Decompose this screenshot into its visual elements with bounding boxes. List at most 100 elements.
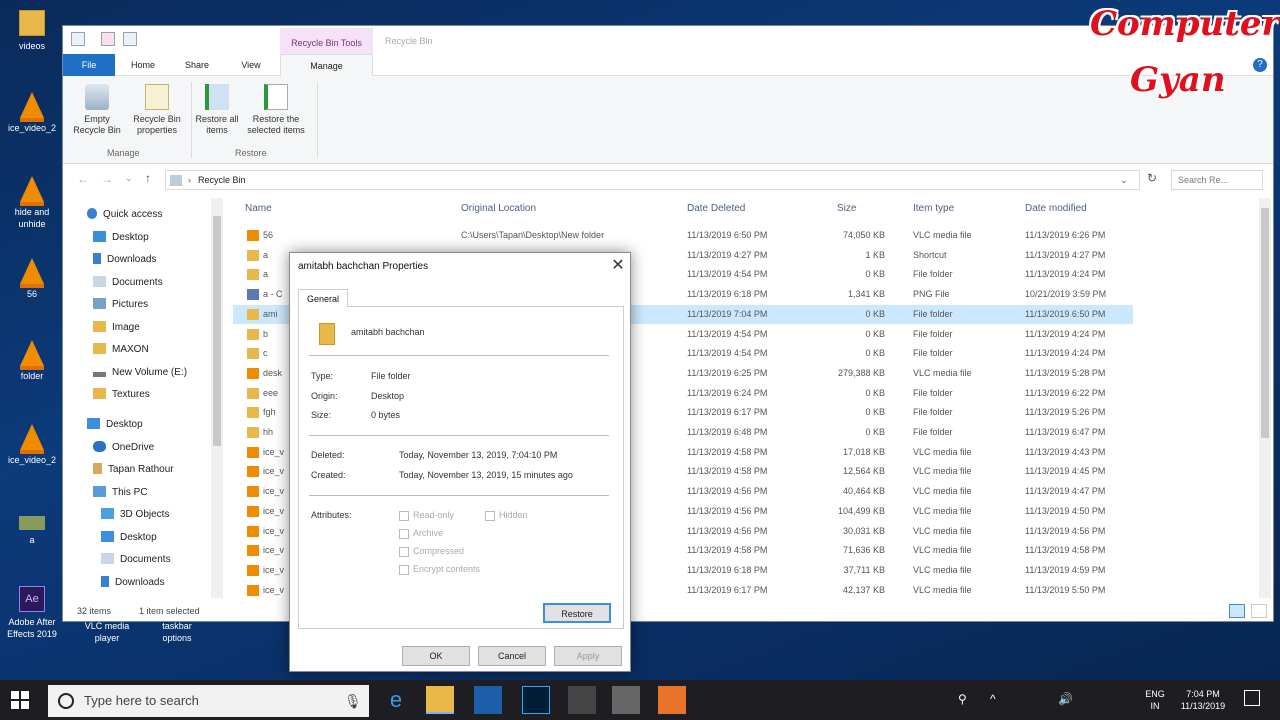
forward-arrow-icon[interactable]: → xyxy=(101,172,113,186)
tab-home[interactable]: Home xyxy=(121,54,165,76)
nav-pictures[interactable]: Pictures xyxy=(93,295,148,315)
recycle-bin-properties-button[interactable]: Recycle Bin properties xyxy=(127,84,187,136)
desktop-icon-vlc[interactable]: VLC media player xyxy=(78,620,136,644)
address-field[interactable]: › Recycle Bin ⌄ xyxy=(165,170,1140,190)
readonly-checkbox[interactable] xyxy=(399,511,409,521)
file-icon xyxy=(247,328,259,340)
store-icon[interactable] xyxy=(568,686,596,714)
nav-downloads[interactable]: Downloads xyxy=(93,250,156,270)
tray-chevron-icon[interactable]: ^ xyxy=(990,692,996,706)
nav-3d-objects[interactable]: 3D Objects xyxy=(101,505,169,525)
column-original-location[interactable]: Original Location xyxy=(461,198,536,220)
quick-access-icon[interactable] xyxy=(71,32,85,46)
tab-file[interactable]: File xyxy=(63,54,115,76)
nav-desktop[interactable]: Desktop xyxy=(93,228,149,248)
large-icons-view-icon[interactable] xyxy=(1251,604,1267,618)
row-name: hh xyxy=(263,427,274,437)
breadcrumb[interactable]: Recycle Bin xyxy=(198,171,246,189)
photoshop-icon[interactable] xyxy=(522,686,550,714)
clock[interactable]: 7:04 PM 11/13/2019 xyxy=(1172,688,1234,712)
microphone-icon[interactable]: 🎙 xyxy=(344,685,362,717)
windows-start-icon[interactable] xyxy=(10,690,30,710)
cancel-button[interactable]: Cancel xyxy=(478,646,546,666)
folder-icon xyxy=(19,10,45,36)
row-item-type: VLC media file xyxy=(913,367,972,378)
restore-all-button[interactable]: Restore all items xyxy=(195,84,239,136)
help-icon[interactable]: ? xyxy=(1253,58,1267,72)
taskbar-search-input[interactable]: Type here to search 🎙 xyxy=(48,685,369,717)
notifications-icon[interactable] xyxy=(1244,690,1260,706)
restore-button[interactable]: Restore xyxy=(543,603,611,623)
cloud-icon xyxy=(93,441,106,452)
ok-button[interactable]: OK xyxy=(402,646,470,666)
up-arrow-icon[interactable]: ↑ xyxy=(145,171,151,185)
properties-icon[interactable] xyxy=(101,32,115,46)
nav-scrollbar[interactable] xyxy=(211,198,223,598)
app-icon[interactable] xyxy=(658,686,686,714)
tab-share[interactable]: Share xyxy=(175,54,219,76)
table-row[interactable]: 56 C:\Users\Tapan\Desktop\New folder 11/13… xyxy=(233,226,1133,246)
hidden-checkbox[interactable] xyxy=(485,511,495,521)
row-name: c xyxy=(263,348,268,359)
nav-image[interactable]: Image xyxy=(93,318,140,338)
scroll-thumb[interactable] xyxy=(1261,208,1269,438)
nav-quick-access[interactable]: Quick access xyxy=(87,205,162,225)
column-size[interactable]: Size xyxy=(837,198,856,220)
nav-this-pc[interactable]: This PC xyxy=(93,483,148,503)
archive-checkbox[interactable] xyxy=(399,529,409,539)
desktop-icon-taskbar-options[interactable]: taskbar options xyxy=(148,620,206,644)
network-tray-icon[interactable]: ⚲ xyxy=(958,692,967,706)
nav-textures[interactable]: Textures xyxy=(93,385,150,405)
nav-pc-downloads[interactable]: Downloads xyxy=(101,573,164,593)
edge-icon[interactable]: e xyxy=(382,686,410,714)
search-input[interactable]: Search Re... xyxy=(1171,170,1263,190)
nav-desktop-root[interactable]: Desktop xyxy=(87,415,143,435)
volume-icon[interactable]: 🔊 xyxy=(1058,692,1073,706)
app-icon[interactable] xyxy=(612,686,640,714)
desktop-icon-56[interactable]: 56 xyxy=(4,258,60,300)
apply-button[interactable]: Apply xyxy=(554,646,622,666)
file-explorer-taskbar-icon[interactable] xyxy=(426,686,454,714)
language-indicator[interactable]: ENG IN xyxy=(1144,688,1166,712)
back-arrow-icon[interactable]: ← xyxy=(77,172,89,186)
nav-maxon[interactable]: MAXON xyxy=(93,340,149,360)
chevron-down-icon[interactable]: ⌄ xyxy=(1120,171,1128,189)
desktop-icon-videos[interactable]: videos xyxy=(4,10,60,52)
encrypt-checkbox[interactable] xyxy=(399,565,409,575)
desktop-icon-a[interactable]: a xyxy=(4,516,60,546)
nav-pc-desktop[interactable]: Desktop xyxy=(101,528,157,548)
compressed-checkbox[interactable] xyxy=(399,547,409,557)
tab-view[interactable]: View xyxy=(229,54,273,76)
desktop-icon-hide-unhide[interactable]: hide and unhide xyxy=(4,176,60,230)
app-icon[interactable] xyxy=(474,686,502,714)
column-date-modified[interactable]: Date modified xyxy=(1025,198,1087,220)
hidden-label: Hidden xyxy=(499,510,528,520)
empty-recycle-bin-button[interactable]: Empty Recycle Bin xyxy=(69,84,125,136)
file-icon xyxy=(247,466,259,478)
nav-user[interactable]: Tapan Rathour xyxy=(93,460,174,480)
desktop-icon-ice-video-2[interactable]: ice_video_2 xyxy=(4,424,60,466)
content-scrollbar[interactable] xyxy=(1259,198,1271,598)
chevron-down-icon[interactable]: ⌄ xyxy=(125,173,133,184)
nav-pc-documents[interactable]: Documents xyxy=(101,550,171,570)
new-folder-icon[interactable] xyxy=(123,32,137,46)
column-date-deleted[interactable]: Date Deleted xyxy=(687,198,745,220)
desktop-icon-folder[interactable]: folder xyxy=(4,340,60,382)
scroll-thumb[interactable] xyxy=(213,216,221,446)
restore-selected-button[interactable]: Restore the selected items xyxy=(241,84,311,136)
close-icon[interactable]: ✕ xyxy=(608,256,628,276)
nav-new-volume[interactable]: New Volume (E:) xyxy=(93,363,187,383)
nav-documents[interactable]: Documents xyxy=(93,273,163,293)
tab-general[interactable]: General xyxy=(298,289,349,308)
details-view-icon[interactable] xyxy=(1229,604,1245,618)
column-item-type[interactable]: Item type xyxy=(913,198,954,220)
column-name[interactable]: Name xyxy=(245,198,272,220)
type-value: File folder xyxy=(371,371,411,381)
row-name: desk xyxy=(263,367,283,378)
desktop-icon-ice-video[interactable]: ice_video_2 xyxy=(4,92,60,134)
desktop-icon-after-effects[interactable]: Ae Adobe After Effects 2019 xyxy=(2,586,62,640)
tab-manage[interactable]: Manage xyxy=(280,54,373,77)
nav-onedrive[interactable]: OneDrive xyxy=(93,438,154,458)
refresh-icon[interactable]: ↻ xyxy=(1147,171,1157,185)
button-label: Restore the selected items xyxy=(247,114,305,135)
